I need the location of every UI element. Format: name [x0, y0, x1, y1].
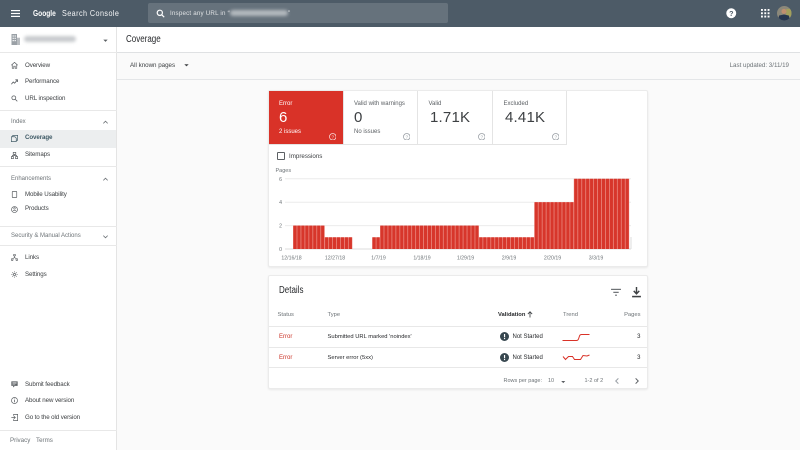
svg-text:?: ? [729, 10, 733, 18]
svg-text:12/16/18: 12/16/18 [281, 256, 301, 262]
svg-text:2/9/19: 2/9/19 [502, 256, 517, 262]
svg-text:?: ? [480, 134, 483, 139]
svg-text:1/29/19: 1/29/19 [457, 256, 474, 262]
svg-text:?: ? [405, 134, 408, 139]
svg-text:1/7/19: 1/7/19 [371, 256, 386, 262]
svg-text:?: ? [331, 134, 334, 139]
svg-text:2/20/19: 2/20/19 [544, 256, 561, 262]
svg-text:3/3/19: 3/3/19 [589, 256, 604, 262]
svg-text:12/27/18: 12/27/18 [325, 256, 345, 262]
svg-text:?: ? [554, 134, 557, 139]
svg-text:1/18/19: 1/18/19 [413, 256, 430, 262]
svg-text:2: 2 [279, 224, 282, 230]
svg-text:6: 6 [279, 177, 282, 183]
svg-text:4: 4 [279, 200, 282, 206]
svg-text:0: 0 [279, 247, 282, 253]
